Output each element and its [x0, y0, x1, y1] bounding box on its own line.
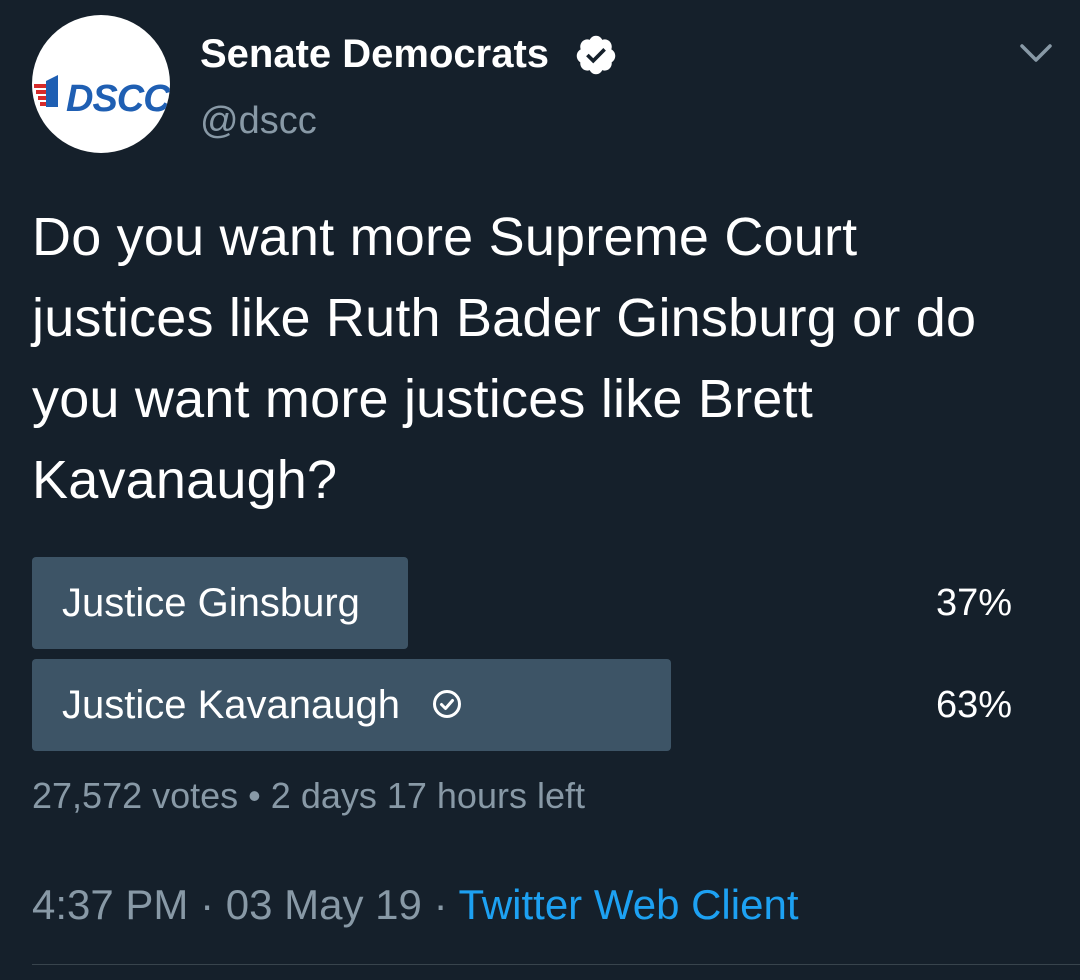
meta-separator: ·	[433, 881, 448, 928]
poll-option-ginsburg[interactable]: Justice Ginsburg 37%	[32, 557, 1022, 649]
verified-badge-icon	[576, 35, 616, 75]
check-circle-icon	[433, 690, 462, 719]
divider	[32, 964, 1080, 965]
meta-separator: ·	[200, 881, 215, 928]
timestamp-row: 4:37 PM · 03 May 19 · Twitter Web Client	[32, 880, 798, 930]
poll-option-percent: 37%	[935, 582, 1012, 624]
poll-option-kavanaugh[interactable]: Justice Kavanaugh 63%	[32, 659, 1022, 751]
poll: Justice Ginsburg 37% Justice Kavanaugh 6…	[32, 557, 1022, 761]
poll-option-percent: 63%	[935, 684, 1012, 726]
tweet-time[interactable]: 4:37 PM	[32, 881, 188, 928]
avatar-logo-text: DSCC	[66, 78, 170, 120]
source-link[interactable]: Twitter Web Client	[458, 881, 798, 928]
poll-option-text: Justice Ginsburg	[62, 581, 360, 625]
poll-time-left: 2 days 17 hours left	[270, 775, 585, 816]
poll-votes: 27,572 votes	[32, 775, 239, 816]
tweet-text: Do you want more Supreme Court justices …	[32, 207, 977, 510]
display-name[interactable]: Senate Democrats	[200, 30, 549, 78]
poll-option-label: Justice Ginsburg	[62, 557, 360, 649]
poll-option-text: Justice Kavanaugh	[62, 683, 401, 727]
chevron-down-icon[interactable]	[1018, 40, 1054, 66]
poll-meta: 27,572 votes • 2 days 17 hours left	[32, 774, 585, 818]
tweet: DSCC Senate Democrats @dscc Do you want …	[0, 0, 1080, 980]
tweet-date[interactable]: 03 May 19	[226, 881, 422, 928]
avatar[interactable]: DSCC	[32, 15, 170, 153]
handle[interactable]: @dscc	[200, 98, 317, 144]
poll-option-label: Justice Kavanaugh	[62, 659, 463, 751]
poll-meta-separator: •	[248, 775, 261, 816]
